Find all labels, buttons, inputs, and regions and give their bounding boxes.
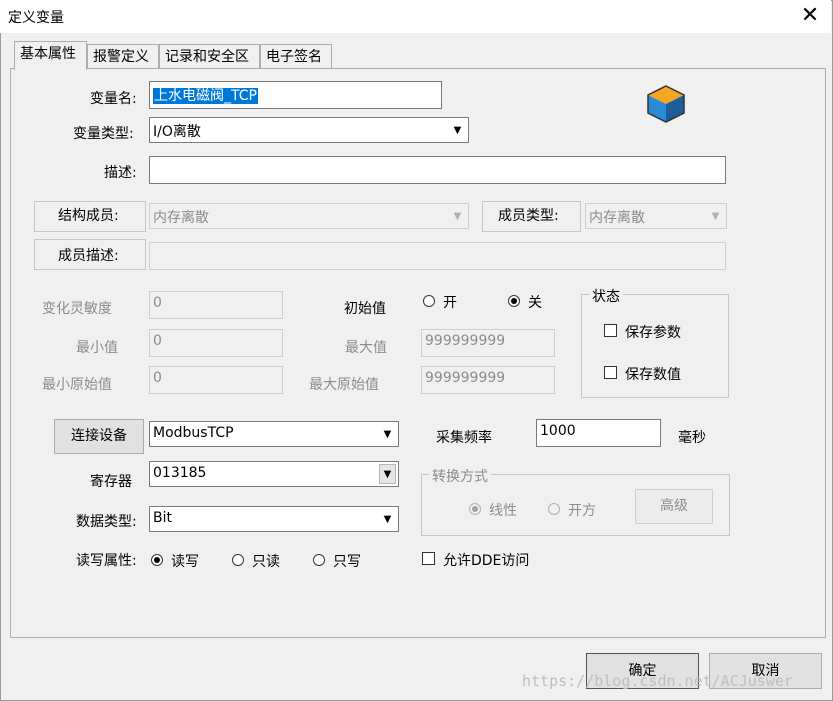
max-raw-input: 999999999 — [421, 366, 555, 394]
watermark-text: https://blog.csdn.net/ACJuswer — [522, 672, 793, 690]
convert-linear-label: 线性 — [489, 503, 517, 519]
chevron-down-icon: ▼ — [453, 210, 462, 222]
rw-readonly-radio[interactable] — [232, 554, 244, 566]
rw-readwrite-label: 读写 — [171, 554, 199, 570]
min-raw-input: 0 — [149, 366, 283, 394]
member-type-value: 内存离散 — [589, 210, 645, 226]
save-value-checkbox[interactable] — [604, 366, 617, 379]
chevron-down-icon[interactable]: ▼ — [379, 464, 396, 484]
description-label: 描述: — [104, 165, 137, 181]
save-param-checkbox[interactable] — [604, 324, 617, 337]
save-param-label: 保存参数 — [625, 325, 681, 341]
data-type-value: Bit — [153, 510, 172, 526]
chevron-down-icon[interactable]: ▼ — [449, 120, 466, 140]
var-type-value: I/O离散 — [153, 124, 201, 140]
allow-dde-checkbox[interactable] — [422, 552, 435, 565]
max-value-input: 999999999 — [421, 329, 555, 357]
window-title: 定义变量 — [8, 10, 64, 26]
chevron-down-icon[interactable]: ▼ — [379, 424, 396, 444]
initial-value-label: 初始值 — [344, 301, 386, 317]
data-type-label: 数据类型: — [76, 514, 137, 530]
tab-record-security[interactable]: 记录和安全区 — [159, 44, 260, 68]
min-value-input: 0 — [149, 329, 283, 357]
ms-unit-label: 毫秒 — [678, 430, 706, 446]
struct-member-select: 内存离散 ▼ — [149, 203, 469, 229]
data-type-select[interactable]: Bit ▼ — [149, 506, 399, 532]
min-raw-label: 最小原始值 — [42, 377, 112, 393]
rw-writeonly-radio[interactable] — [313, 554, 325, 566]
device-value: ModbusTCP — [153, 425, 234, 441]
convert-sqrt-radio — [548, 503, 560, 515]
description-input[interactable] — [149, 156, 726, 184]
allow-dde-label: 允许DDE访问 — [443, 553, 530, 569]
sample-freq-label: 采集频率 — [436, 430, 492, 446]
title-bar — [0, 0, 831, 33]
register-label: 寄存器 — [90, 474, 132, 490]
init-off-radio[interactable] — [508, 295, 520, 307]
sample-freq-input[interactable]: 1000 — [536, 419, 661, 447]
save-value-label: 保存数值 — [625, 367, 681, 383]
status-group-title: 状态 — [589, 286, 623, 306]
member-type-select: 内存离散 ▼ — [585, 203, 727, 229]
convert-sqrt-label: 开方 — [568, 503, 596, 519]
device-select[interactable]: ModbusTCP ▼ — [149, 421, 399, 447]
rw-readwrite-radio[interactable] — [151, 554, 163, 566]
struct-member-value: 内存离散 — [153, 210, 209, 226]
rw-attribute-label: 读写属性: — [76, 553, 137, 569]
rw-readonly-label: 只读 — [252, 554, 280, 570]
convert-linear-radio — [469, 503, 481, 515]
convert-group-title: 转换方式 — [429, 466, 491, 486]
init-on-radio[interactable] — [423, 295, 435, 307]
cube-icon — [644, 82, 688, 126]
member-desc-label: 成员描述: — [58, 248, 119, 264]
chevron-down-icon: ▼ — [711, 210, 720, 222]
tab-basic-properties[interactable]: 基本属性 — [14, 41, 87, 70]
var-name-label: 变量名: — [90, 91, 137, 107]
init-on-label: 开 — [443, 295, 457, 311]
connect-device-button[interactable]: 连接设备 — [54, 419, 144, 454]
tab-alarm-definition[interactable]: 报警定义 — [87, 44, 159, 68]
var-type-label: 变量类型: — [73, 126, 134, 142]
register-value: 013185 — [153, 465, 207, 481]
min-value-label: 最小值 — [76, 340, 118, 356]
var-type-select[interactable]: I/O离散 ▼ — [149, 117, 469, 143]
rw-writeonly-label: 只写 — [333, 554, 361, 570]
chevron-down-icon[interactable]: ▼ — [379, 509, 396, 529]
max-raw-label: 最大原始值 — [309, 377, 379, 393]
advanced-button: 高级 — [635, 489, 713, 524]
sensitivity-input: 0 — [149, 291, 283, 319]
struct-member-label: 结构成员: — [58, 208, 119, 224]
sensitivity-label: 变化灵敏度 — [42, 301, 112, 317]
tab-e-signature[interactable]: 电子签名 — [260, 44, 332, 68]
close-icon[interactable]: ✕ — [796, 2, 824, 30]
init-off-label: 关 — [528, 295, 542, 311]
register-select[interactable]: 013185 ▼ — [149, 461, 399, 487]
max-value-label: 最大值 — [345, 340, 387, 356]
var-name-input[interactable]: 上水电磁阀_TCP — [149, 81, 442, 109]
member-type-label: 成员类型: — [498, 208, 559, 224]
member-desc-input — [149, 242, 726, 270]
var-name-value: 上水电磁阀_TCP — [153, 88, 258, 104]
